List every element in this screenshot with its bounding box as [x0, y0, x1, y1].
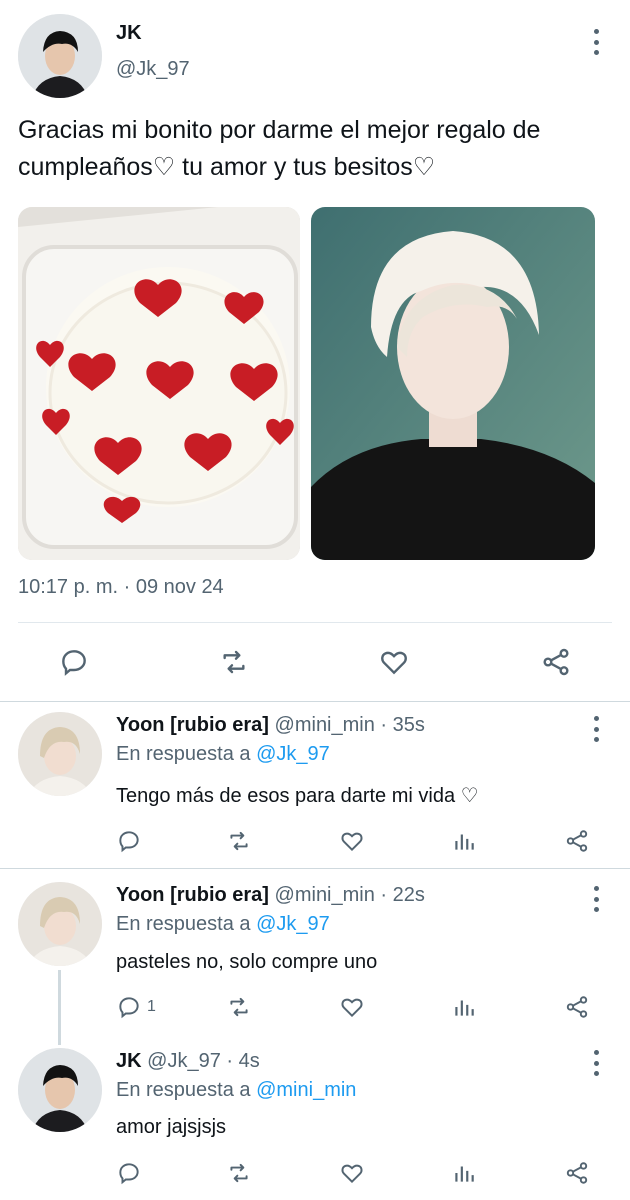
- like-icon[interactable]: [337, 1158, 367, 1188]
- reply-context: En respuesta a @Jk_97: [116, 913, 330, 936]
- reply-author-name[interactable]: JK: [116, 1050, 142, 1072]
- main-tweet-text: Gracias mi bonito por darme el mejor reg…: [18, 116, 541, 181]
- share-icon[interactable]: [538, 644, 574, 680]
- main-tweet-avatar[interactable]: [18, 14, 102, 98]
- reply-author-name[interactable]: Yoon [rubio era]: [116, 714, 269, 736]
- reply-context: En respuesta a @Jk_97: [116, 743, 330, 766]
- reply-more-icon[interactable]: [588, 1050, 604, 1076]
- share-icon[interactable]: [562, 826, 592, 856]
- reply-avatar[interactable]: [18, 882, 102, 966]
- retweet-icon[interactable]: [216, 644, 252, 680]
- like-icon[interactable]: [337, 826, 367, 856]
- retweet-icon[interactable]: [224, 992, 254, 1022]
- reply-count: 1: [147, 998, 156, 1015]
- reply-context-mention[interactable]: @Jk_97: [256, 743, 330, 765]
- divider: [0, 868, 630, 869]
- reply-time: · 4s: [226, 1050, 260, 1072]
- reply-header: Yoon [rubio era] @mini_min · 35s: [116, 714, 425, 737]
- reply-header: JK @Jk_97 · 4s: [116, 1050, 260, 1073]
- share-icon[interactable]: [562, 992, 592, 1022]
- reply-context-prefix: En respuesta a: [116, 743, 251, 765]
- reply-context: En respuesta a @mini_min: [116, 1079, 356, 1102]
- divider: [0, 701, 630, 702]
- reply-icon[interactable]: [114, 1158, 144, 1188]
- reply-avatar[interactable]: [18, 1048, 102, 1132]
- retweet-icon[interactable]: [224, 1158, 254, 1188]
- reply-time: · 22s: [380, 884, 425, 906]
- main-tweet-timestamp: 10:17 p. m. · 09 nov 24: [18, 576, 224, 598]
- reply-context-mention[interactable]: @Jk_97: [256, 913, 330, 935]
- thread-connector-line: [58, 970, 61, 1045]
- reply-text: pasteles no, solo compre uno: [116, 951, 378, 973]
- reply-more-icon[interactable]: [588, 886, 604, 912]
- like-icon[interactable]: [337, 992, 367, 1022]
- reply-icon[interactable]: [114, 992, 144, 1022]
- divider: [18, 622, 612, 623]
- main-tweet-author-name[interactable]: JK: [116, 22, 142, 45]
- main-tweet-author-handle[interactable]: @Jk_97: [116, 58, 190, 81]
- share-icon[interactable]: [562, 1158, 592, 1188]
- reply-author-handle[interactable]: @mini_min: [275, 714, 375, 736]
- tweet-image-portrait[interactable]: [311, 207, 595, 560]
- reply-text: amor jajsjsjs: [116, 1116, 227, 1138]
- reply-more-icon[interactable]: [588, 716, 604, 742]
- main-tweet-more-icon[interactable]: [588, 29, 604, 55]
- retweet-icon[interactable]: [224, 826, 254, 856]
- analytics-icon[interactable]: [449, 992, 479, 1022]
- reply-author-handle[interactable]: @Jk_97: [147, 1050, 221, 1072]
- reply-icon[interactable]: [56, 644, 92, 680]
- reply-icon[interactable]: [114, 826, 144, 856]
- reply-author-handle[interactable]: @mini_min: [275, 884, 375, 906]
- reply-text: Tengo más de esos para darte mi vida ♡: [116, 785, 479, 807]
- reply-header: Yoon [rubio era] @mini_min · 22s: [116, 884, 425, 907]
- like-icon[interactable]: [376, 644, 412, 680]
- reply-context-prefix: En respuesta a: [116, 1079, 251, 1101]
- analytics-icon[interactable]: [449, 826, 479, 856]
- reply-author-name[interactable]: Yoon [rubio era]: [116, 884, 269, 906]
- reply-time: · 35s: [380, 714, 425, 736]
- tweet-image-cake[interactable]: [18, 207, 300, 560]
- reply-context-prefix: En respuesta a: [116, 913, 251, 935]
- reply-context-mention[interactable]: @mini_min: [256, 1079, 356, 1101]
- analytics-icon[interactable]: [449, 1158, 479, 1188]
- reply-avatar[interactable]: [18, 712, 102, 796]
